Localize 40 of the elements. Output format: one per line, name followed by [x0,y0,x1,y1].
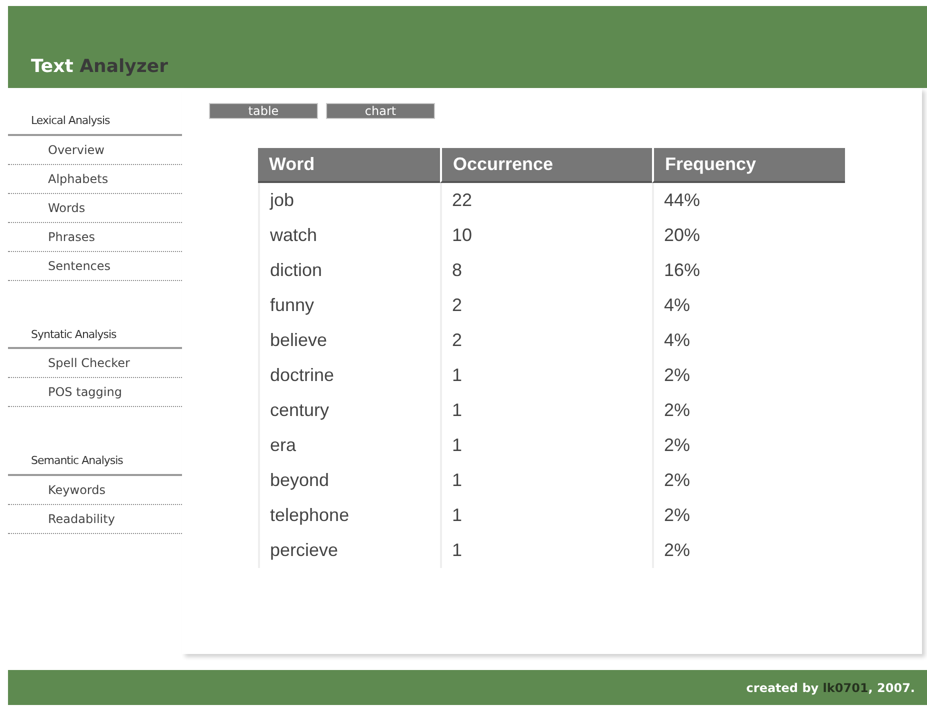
table-cell: 2% [652,393,845,428]
table-cell: 2% [652,358,845,393]
table-cell: believe [258,323,440,358]
table-cell: 1 [440,463,652,498]
table-cell: 2% [652,463,845,498]
table-cell: diction [258,253,440,288]
table-cell: job [258,183,440,218]
table-cell: 1 [440,533,652,568]
table-cell: 1 [440,393,652,428]
table-cell: doctrine [258,358,440,393]
table-cell: percieve [258,533,440,568]
column-header: Frequency [652,148,845,183]
table-cell: era [258,428,440,463]
table-cell: 2 [440,323,652,358]
credits-text: created by lk0701, 2007. [746,680,915,696]
column-header: Word [258,148,440,183]
table-cell: century [258,393,440,428]
table-cell: watch [258,218,440,253]
table-cell: 20% [652,218,845,253]
table-cell: 1 [440,428,652,463]
table-cell: telephone [258,498,440,533]
app-title: Text Analyzer [31,58,168,76]
table-cell: 2% [652,428,845,463]
table-cell: 4% [652,323,845,358]
table-cell: 10 [440,218,652,253]
table-cell: funny [258,288,440,323]
table-cell: 22 [440,183,652,218]
view-button[interactable]: table [209,103,318,119]
column-header: Occurrence [440,148,652,183]
table-cell: beyond [258,463,440,498]
table-cell: 1 [440,498,652,533]
table-cell: 2% [652,498,845,533]
table-cell: 16% [652,253,845,288]
table-cell: 2 [440,288,652,323]
table-cell: 1 [440,358,652,393]
table-cell: 8 [440,253,652,288]
view-button[interactable]: chart [326,103,435,119]
table-cell: 2% [652,533,845,568]
table-cell: 44% [652,183,845,218]
table-cell: 4% [652,288,845,323]
